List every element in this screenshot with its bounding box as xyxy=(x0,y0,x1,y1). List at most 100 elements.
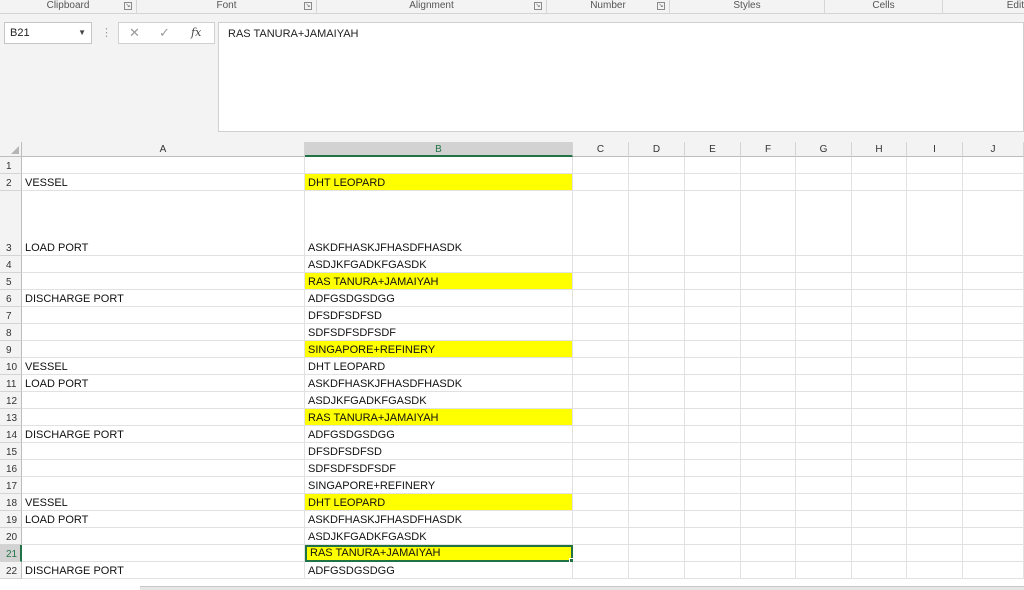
cell-f[interactable] xyxy=(741,494,796,511)
cell-i[interactable] xyxy=(907,290,963,307)
cell-f[interactable] xyxy=(741,392,796,409)
row-header[interactable]: 19 xyxy=(0,511,22,528)
cell-a[interactable] xyxy=(22,256,305,273)
cell-f[interactable] xyxy=(741,307,796,324)
cell-f[interactable] xyxy=(741,324,796,341)
column-header-c[interactable]: C xyxy=(573,142,629,157)
name-box[interactable]: B21 ▼ xyxy=(4,22,92,44)
cell-d[interactable] xyxy=(629,545,685,562)
cell-h[interactable] xyxy=(852,460,907,477)
cell-f[interactable] xyxy=(741,443,796,460)
cell-h[interactable] xyxy=(852,290,907,307)
cell-g[interactable] xyxy=(796,494,852,511)
cell-e[interactable] xyxy=(685,290,741,307)
cell-j[interactable] xyxy=(963,426,1024,443)
cell-h[interactable] xyxy=(852,409,907,426)
cell-e[interactable] xyxy=(685,358,741,375)
cell-e[interactable] xyxy=(685,157,741,174)
cell-h[interactable] xyxy=(852,375,907,392)
cell-h[interactable] xyxy=(852,273,907,290)
cell-g[interactable] xyxy=(796,375,852,392)
cell-f[interactable] xyxy=(741,157,796,174)
cell-c[interactable] xyxy=(573,562,629,579)
select-all-button[interactable] xyxy=(0,142,22,157)
cell-a[interactable]: DISCHARGE PORT xyxy=(22,562,305,579)
more-options-icon[interactable]: ⋮ xyxy=(101,26,112,39)
row-header[interactable]: 6 xyxy=(0,290,22,307)
cell-j[interactable] xyxy=(963,358,1024,375)
cell-e[interactable] xyxy=(685,460,741,477)
cell-c[interactable] xyxy=(573,545,629,562)
cell-i[interactable] xyxy=(907,460,963,477)
cell-i[interactable] xyxy=(907,511,963,528)
cell-j[interactable] xyxy=(963,157,1024,174)
cell-j[interactable] xyxy=(963,273,1024,290)
cell-h[interactable] xyxy=(852,358,907,375)
cell-h[interactable] xyxy=(852,341,907,358)
cell-d[interactable] xyxy=(629,392,685,409)
cell-f[interactable] xyxy=(741,460,796,477)
cell-b[interactable]: RAS TANURA+JAMAIYAH xyxy=(305,273,573,290)
cell-d[interactable] xyxy=(629,443,685,460)
cell-j[interactable] xyxy=(963,191,1024,256)
cell-j[interactable] xyxy=(963,307,1024,324)
cell-j[interactable] xyxy=(963,443,1024,460)
cell-g[interactable] xyxy=(796,157,852,174)
cell-g[interactable] xyxy=(796,545,852,562)
cell-j[interactable] xyxy=(963,409,1024,426)
row-header[interactable]: 2 xyxy=(0,174,22,191)
cell-b[interactable]: ASDJKFGADKFGASDK xyxy=(305,528,573,545)
column-header-b[interactable]: B xyxy=(305,142,573,157)
cell-c[interactable] xyxy=(573,174,629,191)
cell-b[interactable]: ASDJKFGADKFGASDK xyxy=(305,392,573,409)
row-header[interactable]: 22 xyxy=(0,562,22,579)
cell-i[interactable] xyxy=(907,157,963,174)
cell-f[interactable] xyxy=(741,528,796,545)
cell-c[interactable] xyxy=(573,191,629,256)
cell-e[interactable] xyxy=(685,494,741,511)
cell-e[interactable] xyxy=(685,443,741,460)
cell-f[interactable] xyxy=(741,562,796,579)
worksheet-grid[interactable]: A B C D E F G H I J 1 2 VESSEL DHT LEOPARD 3 LOAD PORT A… xyxy=(0,142,1024,590)
cell-f[interactable] xyxy=(741,191,796,256)
cell-j[interactable] xyxy=(963,174,1024,191)
cell-g[interactable] xyxy=(796,460,852,477)
cell-i[interactable] xyxy=(907,562,963,579)
alignment-dialog-launcher-icon[interactable]: ↘ xyxy=(534,2,542,10)
row-header[interactable]: 17 xyxy=(0,477,22,494)
formula-input[interactable]: RAS TANURA+JAMAIYAH xyxy=(218,22,1024,132)
cell-a[interactable] xyxy=(22,273,305,290)
cell-h[interactable] xyxy=(852,157,907,174)
cell-a[interactable] xyxy=(22,157,305,174)
cell-a[interactable] xyxy=(22,545,305,562)
cell-j[interactable] xyxy=(963,460,1024,477)
row-header[interactable]: 16 xyxy=(0,460,22,477)
cell-g[interactable] xyxy=(796,511,852,528)
cell-f[interactable] xyxy=(741,358,796,375)
cell-d[interactable] xyxy=(629,256,685,273)
cell-e[interactable] xyxy=(685,256,741,273)
cell-g[interactable] xyxy=(796,409,852,426)
cell-g[interactable] xyxy=(796,307,852,324)
cell-c[interactable] xyxy=(573,443,629,460)
cell-e[interactable] xyxy=(685,191,741,256)
row-header[interactable]: 7 xyxy=(0,307,22,324)
cell-d[interactable] xyxy=(629,528,685,545)
cell-i[interactable] xyxy=(907,341,963,358)
insert-function-icon[interactable]: fx xyxy=(191,26,201,39)
cell-e[interactable] xyxy=(685,409,741,426)
cell-b[interactable]: SDFSDFSDFSDF xyxy=(305,460,573,477)
cell-j[interactable] xyxy=(963,392,1024,409)
column-header-d[interactable]: D xyxy=(629,142,685,157)
cell-c[interactable] xyxy=(573,307,629,324)
cell-e[interactable] xyxy=(685,426,741,443)
cell-f[interactable] xyxy=(741,511,796,528)
cell-g[interactable] xyxy=(796,290,852,307)
cell-b[interactable]: ADFGSDGSDGG xyxy=(305,290,573,307)
cell-c[interactable] xyxy=(573,290,629,307)
cell-j[interactable] xyxy=(963,256,1024,273)
clipboard-dialog-launcher-icon[interactable]: ↘ xyxy=(124,2,132,10)
cell-d[interactable] xyxy=(629,290,685,307)
cell-i[interactable] xyxy=(907,273,963,290)
cell-g[interactable] xyxy=(796,443,852,460)
